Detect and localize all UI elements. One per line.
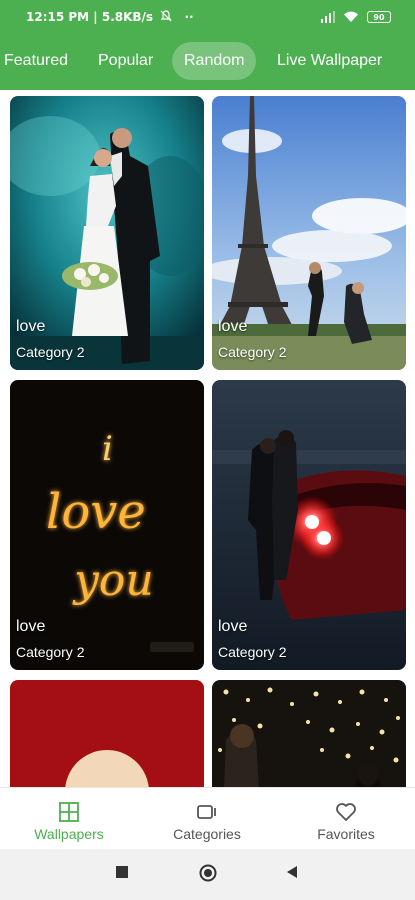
mute-bell-icon bbox=[160, 10, 172, 22]
home-icon[interactable] bbox=[198, 863, 218, 883]
wallpaper-card[interactable]: i love you love Category 2 bbox=[10, 380, 204, 670]
status-time: 12:15 PM | 5.8KB/s ·· bbox=[26, 10, 194, 24]
status-bar: 12:15 PM | 5.8KB/s ·· 90 bbox=[0, 0, 415, 38]
status-extra: ·· bbox=[184, 10, 194, 24]
grid-icon bbox=[59, 802, 79, 822]
card-title: love bbox=[218, 618, 248, 635]
category-tab-bar: Featured Popular Random Live Wallpaper bbox=[0, 38, 415, 90]
signal-icon bbox=[321, 11, 335, 23]
nav-favorites-label: Favorites bbox=[317, 826, 375, 842]
wallpaper-image bbox=[10, 680, 204, 787]
nav-wallpapers-label: Wallpapers bbox=[34, 826, 104, 842]
tab-featured[interactable]: Featured bbox=[4, 42, 68, 80]
tab-live-wallpaper[interactable]: Live Wallpaper bbox=[277, 42, 382, 80]
status-time-text: 12:15 PM | 5.8KB/s bbox=[26, 10, 154, 24]
card-category: Category 2 bbox=[218, 644, 287, 660]
tab-random[interactable]: Random bbox=[172, 42, 257, 80]
status-icons: 90 bbox=[321, 11, 391, 23]
bottom-navigation: Wallpapers Categories Favorites bbox=[0, 787, 415, 849]
card-category: Category 2 bbox=[16, 644, 85, 660]
wallpaper-card[interactable] bbox=[10, 680, 204, 787]
card-category: Category 2 bbox=[16, 344, 85, 360]
neon-text-you: you bbox=[72, 555, 154, 606]
heart-icon bbox=[336, 803, 356, 821]
card-title: love bbox=[218, 318, 248, 335]
nav-wallpapers[interactable]: Wallpapers bbox=[0, 788, 138, 850]
nav-categories[interactable]: Categories bbox=[138, 788, 276, 850]
nav-favorites[interactable]: Favorites bbox=[277, 788, 415, 850]
wallpaper-grid: love Category 2 love Category 2 i love y… bbox=[0, 90, 415, 787]
wallpaper-card[interactable]: love Category 2 bbox=[212, 96, 406, 370]
recent-apps-icon[interactable] bbox=[115, 865, 129, 879]
system-navigation-bar bbox=[0, 849, 415, 900]
neon-text-love: love bbox=[46, 484, 146, 540]
nav-categories-label: Categories bbox=[173, 826, 241, 842]
wallpaper-card[interactable]: love Category 2 bbox=[212, 380, 406, 670]
categories-icon bbox=[197, 805, 216, 819]
wallpaper-image bbox=[212, 680, 406, 787]
neon-text-i: i bbox=[102, 429, 113, 469]
wifi-icon bbox=[344, 11, 358, 22]
wallpaper-card[interactable] bbox=[212, 680, 406, 787]
card-category: Category 2 bbox=[218, 344, 287, 360]
battery-icon: 90 bbox=[367, 11, 391, 23]
back-icon[interactable] bbox=[285, 865, 299, 879]
card-title: love bbox=[16, 318, 46, 335]
tab-popular[interactable]: Popular bbox=[98, 42, 153, 80]
card-title: love bbox=[16, 618, 46, 635]
wallpaper-card[interactable]: love Category 2 bbox=[10, 96, 204, 370]
